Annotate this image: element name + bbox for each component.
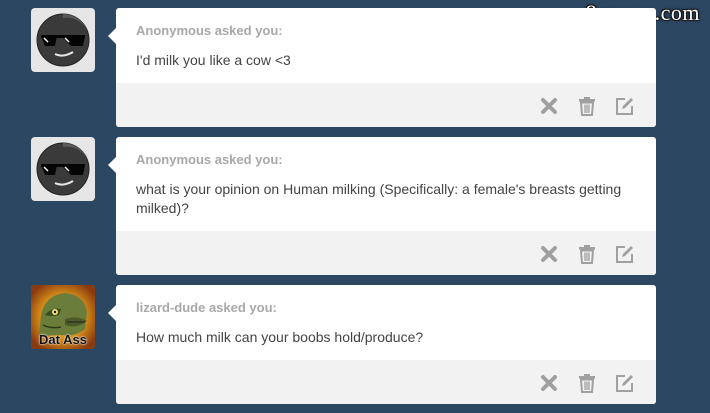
edit-button[interactable] (614, 243, 636, 265)
asker-name[interactable]: lizard-dude asked you: (136, 299, 636, 316)
trash-icon (579, 374, 595, 393)
anonymous-avatar[interactable] (31, 8, 95, 72)
close-icon (541, 375, 557, 391)
trash-button[interactable] (576, 372, 598, 394)
edit-button[interactable] (614, 372, 636, 394)
trash-button[interactable] (576, 243, 598, 265)
sunglasses-face-icon (36, 13, 90, 67)
avatar-caption: Dat Ass (39, 332, 87, 347)
edit-button[interactable] (614, 95, 636, 117)
asker-name[interactable]: Anonymous asked you: (136, 151, 636, 168)
card-footer (116, 360, 656, 404)
trash-icon (579, 245, 595, 264)
card-footer (116, 83, 656, 127)
ask-card: Anonymous asked you: I'd milk you like a… (108, 8, 656, 127)
close-icon (541, 246, 557, 262)
card-footer (116, 231, 656, 275)
edit-icon (616, 246, 633, 263)
edit-icon (616, 375, 633, 392)
lizard-dude-avatar[interactable]: Dat Ass (31, 285, 95, 349)
ask-card: lizard-dude asked you: How much milk can… (108, 285, 656, 404)
sunglasses-face-icon (36, 142, 90, 196)
close-icon (541, 98, 557, 114)
edit-icon (616, 98, 633, 115)
question-text: I'd milk you like a cow <3 (136, 52, 291, 68)
delete-button[interactable] (538, 243, 560, 265)
anonymous-avatar[interactable] (31, 137, 95, 201)
question-text: what is your opinion on Human milking (S… (136, 181, 622, 216)
ask-card: Anonymous asked you: what is your opinio… (108, 137, 656, 275)
trash-icon (579, 97, 595, 116)
question-text: How much milk can your boobs hold/produc… (136, 329, 424, 345)
trash-button[interactable] (576, 95, 598, 117)
delete-button[interactable] (538, 372, 560, 394)
delete-button[interactable] (538, 95, 560, 117)
asker-name[interactable]: Anonymous asked you: (136, 22, 636, 39)
